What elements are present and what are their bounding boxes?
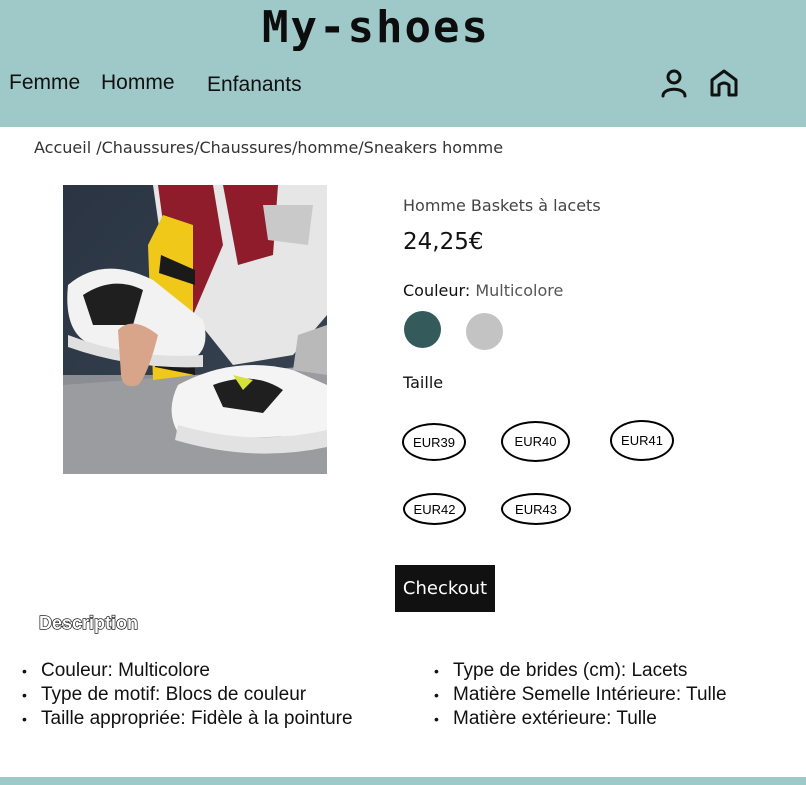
color-swatch-grey[interactable]	[466, 313, 503, 350]
size-option-eur40[interactable]: EUR40	[501, 421, 570, 462]
nav-item-enfants[interactable]: Enfanants	[207, 73, 302, 97]
color-row: Couleur: Multicolore	[403, 281, 563, 300]
size-option-eur43[interactable]: EUR43	[501, 493, 571, 525]
site-header: My-shoes Femme Homme Enfanants	[0, 0, 806, 127]
list-item: Matière extérieure: Tulle	[434, 707, 727, 731]
color-value: Multicolore	[475, 281, 564, 300]
checkout-button[interactable]: Checkout	[395, 565, 495, 612]
footer-bar	[0, 777, 806, 785]
size-label: Taille	[403, 373, 444, 392]
description-title: Description	[38, 612, 139, 633]
size-option-eur41[interactable]: EUR41	[610, 420, 674, 461]
user-icon[interactable]	[659, 68, 689, 98]
list-item: Couleur: Multicolore	[22, 659, 353, 683]
list-item: Taille appropriée: Fidèle à la pointure	[22, 707, 353, 731]
product-price: 24,25€	[403, 229, 484, 255]
color-swatch-dark-teal[interactable]	[404, 311, 441, 348]
home-icon[interactable]	[709, 68, 739, 98]
description-list-left: Couleur: Multicolore Type de motif: Bloc…	[22, 659, 353, 731]
site-logo[interactable]: My-shoes	[262, 2, 490, 53]
nav-item-femme[interactable]: Femme	[9, 71, 80, 95]
nav-item-homme[interactable]: Homme	[101, 71, 175, 95]
product-image	[63, 185, 327, 474]
list-item: Matière Semelle Intérieure: Tulle	[434, 683, 727, 707]
size-option-eur42[interactable]: EUR42	[403, 493, 466, 525]
product-title: Homme Baskets à lacets	[403, 196, 601, 215]
size-option-eur39[interactable]: EUR39	[402, 423, 466, 461]
description-list-right: Type de brides (cm): Lacets Matière Seme…	[434, 659, 727, 731]
list-item: Type de brides (cm): Lacets	[434, 659, 727, 683]
list-item: Type de motif: Blocs de couleur	[22, 683, 353, 707]
breadcrumb[interactable]: Accueil /Chaussures/Chaussures/homme/Sne…	[34, 138, 503, 157]
color-label: Couleur:	[403, 281, 471, 300]
